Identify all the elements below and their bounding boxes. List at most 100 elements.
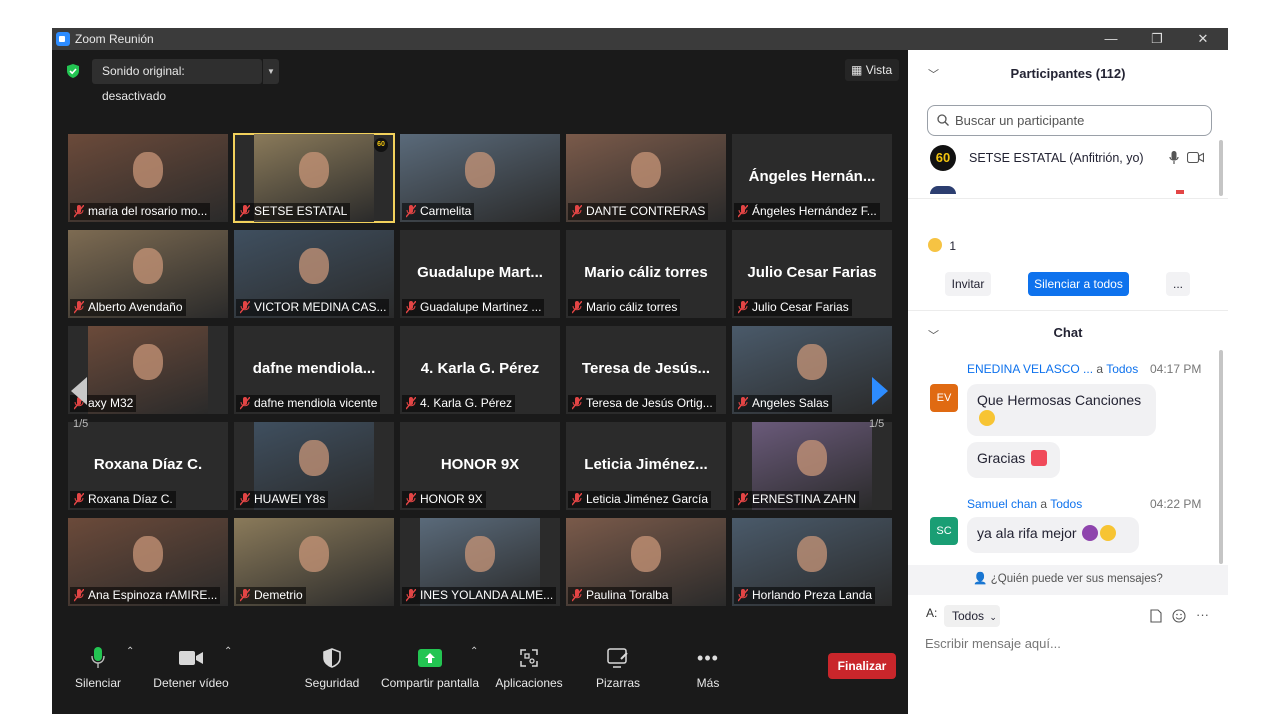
- security-button[interactable]: Seguridad: [302, 634, 362, 690]
- emoji-picker-icon[interactable]: [1172, 609, 1186, 623]
- participant-tile[interactable]: Horlando Preza Landa: [732, 518, 892, 606]
- participant-tile[interactable]: DANTE CONTRERAS: [566, 134, 726, 222]
- participant-tile[interactable]: Paulina Toralba: [566, 518, 726, 606]
- participant-tile[interactable]: ERNESTINA ZAHN: [732, 422, 892, 510]
- host-video-icon[interactable]: [1187, 152, 1204, 163]
- muted-microphone-icon: [406, 301, 416, 314]
- participant-tile[interactable]: Roxana Díaz C. Roxana Díaz C.: [68, 422, 228, 510]
- minimize-button[interactable]: —: [1088, 28, 1134, 50]
- participant-display-name: Guadalupe Mart...: [417, 264, 543, 281]
- stop-video-label: Detener vídeo: [153, 676, 229, 690]
- message-3-sender[interactable]: Samuel chan: [967, 497, 1037, 511]
- participant-name-label: VICTOR MEDINA CAS...: [236, 299, 390, 316]
- muted-microphone-icon: [738, 493, 748, 506]
- laughing-emoji-icon: [1100, 525, 1117, 541]
- share-screen-button[interactable]: Compartir pantalla: [378, 634, 482, 690]
- participant-tile[interactable]: INES YOLANDA ALME...: [400, 518, 560, 606]
- previous-page-arrow-icon[interactable]: [71, 377, 87, 405]
- participant-tile[interactable]: Alberto Avendaño: [68, 230, 228, 318]
- chevron-down-icon: ⌄: [989, 612, 997, 622]
- end-meeting-button[interactable]: Finalizar: [828, 653, 896, 679]
- video-options-caret-icon[interactable]: ⌃: [224, 646, 232, 657]
- mute-all-button[interactable]: Silenciar a todos: [1028, 272, 1129, 296]
- participant-name-text: SETSE ESTATAL: [254, 204, 348, 218]
- participant-tile[interactable]: HUAWEI Y8s: [234, 422, 394, 510]
- muted-microphone-icon: [406, 493, 416, 506]
- participant-tile[interactable]: axy M32: [68, 326, 228, 414]
- message-1-recipient: Todos: [1106, 362, 1139, 376]
- participant-tile[interactable]: Teresa de Jesús... Teresa de Jesús Ortig.…: [566, 326, 726, 414]
- participant-tile[interactable]: Demetrio: [234, 518, 394, 606]
- participant-row-host[interactable]: 60 SETSE ESTATAL (Anfitrión, yo): [928, 143, 1218, 173]
- participant-tile[interactable]: Guadalupe Mart... Guadalupe Martinez ...: [400, 230, 560, 318]
- restore-button[interactable]: ❐: [1134, 28, 1180, 50]
- clapping-hands-icon: [928, 238, 942, 252]
- participant-name-label: Julio Cesar Farias: [734, 299, 852, 316]
- recipient-select[interactable]: Todos ⌄: [944, 605, 1000, 627]
- muted-microphone-icon: [240, 205, 250, 218]
- mute-button[interactable]: Silenciar: [70, 634, 126, 690]
- participant-tile[interactable]: dafne mendiola... dafne mendiola vicente: [234, 326, 394, 414]
- who-can-see-link[interactable]: 👤 ¿Quién puede ver sus mensajes?: [908, 571, 1228, 585]
- security-label: Seguridad: [304, 676, 360, 690]
- muted-microphone-icon: [240, 397, 250, 410]
- participant-name-text: Carmelita: [420, 204, 472, 218]
- original-sound-toggle[interactable]: Sonido original: desactivado: [92, 59, 262, 103]
- chat-more-options-icon[interactable]: ···: [1196, 607, 1209, 622]
- participant-name-label: Roxana Díaz C.: [70, 491, 176, 508]
- participant-tile[interactable]: Ana Espinoza rAMIRE...: [68, 518, 228, 606]
- message-compose-input[interactable]: Escribir mensaje aquí...: [925, 636, 1061, 651]
- original-sound-caret-icon[interactable]: ▼: [262, 59, 279, 84]
- participant-search-input[interactable]: Buscar un participante: [927, 105, 1212, 136]
- participant-tile[interactable]: HONOR 9X HONOR 9X: [400, 422, 560, 510]
- participant-name-text: INES YOLANDA ALME...: [420, 588, 554, 602]
- participant-silhouette: [299, 536, 329, 572]
- message-1-sender[interactable]: ENEDINA VELASCO ...: [967, 362, 1093, 376]
- muted-microphone-icon: [406, 397, 416, 410]
- grid-view-icon: ▦: [851, 63, 863, 77]
- participant-tile[interactable]: VICTOR MEDINA CAS...: [234, 230, 394, 318]
- participants-scrollbar[interactable]: [1219, 140, 1223, 196]
- stop-video-button[interactable]: Detener vídeo: [150, 634, 232, 690]
- chat-scrollbar[interactable]: [1219, 350, 1223, 564]
- participant-name-label: Alberto Avendaño: [70, 299, 186, 316]
- side-panel: ﹀ Participantes (112) Buscar un particip…: [908, 50, 1228, 692]
- muted-microphone-icon: [572, 397, 582, 410]
- participant-tile[interactable]: Leticia Jiménez... Leticia Jiménez García: [566, 422, 726, 510]
- share-options-caret-icon[interactable]: ⌃: [470, 646, 478, 657]
- participant-display-name: Ángeles Hernán...: [748, 168, 876, 185]
- participant-name-label: Ángeles Hernández F...: [734, 203, 880, 220]
- participant-display-name: Roxana Díaz C.: [93, 456, 203, 473]
- message-2-bubble[interactable]: Gracias: [967, 442, 1060, 478]
- participant-name-label: ERNESTINA ZAHN: [734, 491, 860, 508]
- participant-tile[interactable]: Angeles Salas: [732, 326, 892, 414]
- message-1-bubble[interactable]: Que Hermosas Canciones: [967, 384, 1156, 436]
- apps-button[interactable]: Aplicaciones: [492, 634, 566, 690]
- participant-tile[interactable]: Julio Cesar Farias Julio Cesar Farias: [732, 230, 892, 318]
- participant-tile[interactable]: 60 SETSE ESTATAL: [233, 133, 395, 223]
- whiteboards-button[interactable]: Pizarras: [586, 634, 650, 690]
- participant-tile[interactable]: 4. Karla G. Pérez 4. Karla G. Pérez: [400, 326, 560, 414]
- participant-tile[interactable]: Carmelita: [400, 134, 560, 222]
- more-button[interactable]: ••• Más: [688, 634, 728, 691]
- participant-name-text: VICTOR MEDINA CAS...: [254, 300, 387, 314]
- participant-tile[interactable]: Mario cáliz torres Mario cáliz torres: [566, 230, 726, 318]
- invite-button[interactable]: Invitar: [945, 272, 991, 296]
- view-button[interactable]: ▦ Vista: [845, 59, 899, 81]
- muted-microphone-icon: [240, 589, 250, 602]
- next-page-arrow-icon[interactable]: [872, 377, 888, 405]
- participant-name-label: HUAWEI Y8s: [236, 491, 329, 508]
- participant-tile[interactable]: maria del rosario mo...: [68, 134, 228, 222]
- audio-options-caret-icon[interactable]: ⌃: [126, 646, 134, 657]
- file-icon[interactable]: [1150, 609, 1162, 623]
- participant-name-text: ERNESTINA ZAHN: [752, 492, 857, 506]
- host-microphone-icon[interactable]: [1169, 151, 1179, 165]
- participant-tile[interactable]: Ángeles Hernán... Ángeles Hernández F...: [732, 134, 892, 222]
- participants-more-button[interactable]: ...: [1166, 272, 1190, 296]
- close-button[interactable]: ✕: [1180, 28, 1226, 50]
- video-camera-icon: [179, 651, 203, 665]
- message-3-bubble[interactable]: ya ala rifa mejor: [967, 517, 1139, 553]
- encryption-shield-icon[interactable]: [66, 64, 80, 78]
- message-3-text: ya ala rifa mejor: [977, 525, 1077, 541]
- muted-microphone-icon: [406, 589, 416, 602]
